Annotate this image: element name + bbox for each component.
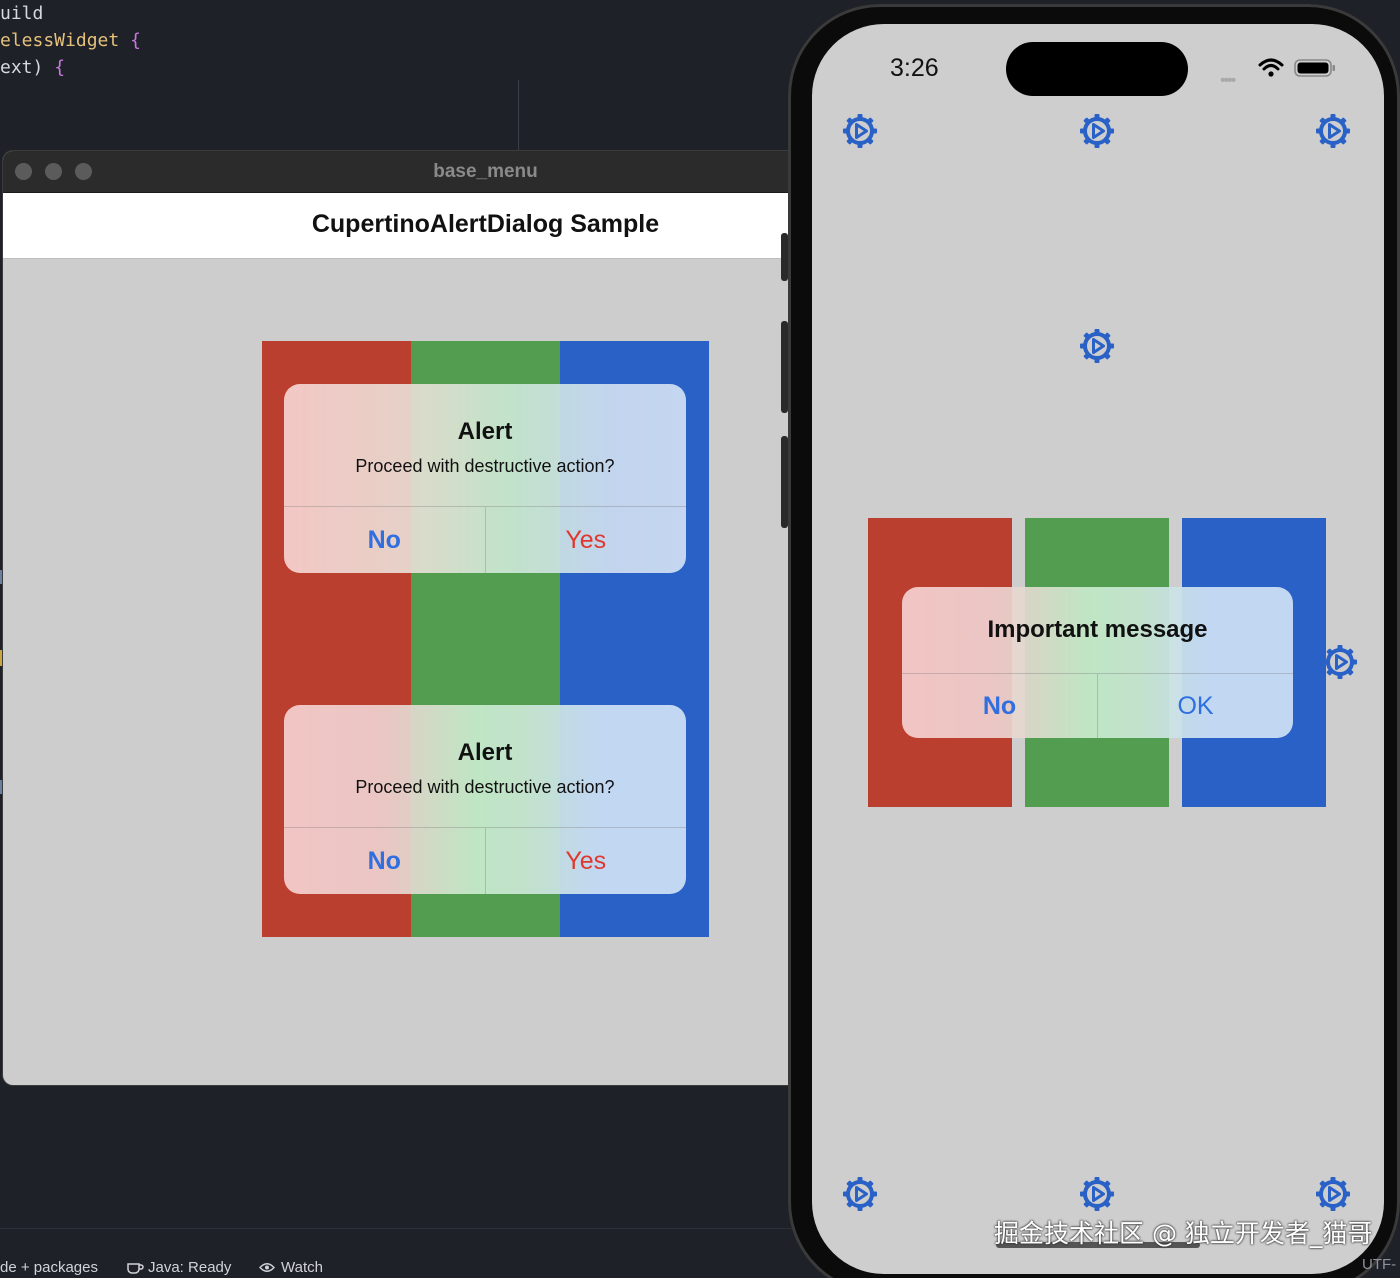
status-java[interactable]: Java: Ready bbox=[148, 1259, 231, 1276]
alert-message: Proceed with destructive action? bbox=[355, 777, 615, 797]
status-time: 3:26 bbox=[890, 54, 939, 82]
desktop-app-window: base_menu CupertinoAlertDialog Sample Al… bbox=[3, 151, 798, 1085]
window-titlebar[interactable]: base_menu bbox=[3, 151, 798, 193]
settings-gear-play-icon[interactable] bbox=[1322, 644, 1358, 680]
alert-dialog-content: Alert Proceed with destructive action? bbox=[284, 384, 686, 506]
scrollbar-thumb[interactable] bbox=[781, 233, 788, 281]
alert-title: Alert bbox=[457, 418, 513, 445]
settings-gear-play-icon[interactable] bbox=[1079, 1176, 1115, 1212]
status-packages[interactable]: de + packages bbox=[0, 1259, 98, 1276]
code-line-1: uild bbox=[0, 3, 44, 24]
wifi-icon bbox=[1258, 58, 1284, 77]
settings-gear-play-icon[interactable] bbox=[1079, 328, 1115, 364]
settings-gear-play-icon[interactable] bbox=[1315, 113, 1351, 149]
scrollbar-thumb[interactable] bbox=[781, 321, 788, 413]
important-message-dialog: Important message No OK bbox=[902, 587, 1293, 738]
settings-gear-play-icon[interactable] bbox=[1079, 113, 1115, 149]
alert-actions: No Yes bbox=[284, 506, 686, 573]
code-line-2-brace: { bbox=[130, 30, 141, 51]
eye-icon bbox=[259, 1263, 275, 1272]
code-line-3-brace: { bbox=[54, 57, 66, 78]
editor-indent-guide bbox=[518, 80, 519, 150]
alert-title: Important message bbox=[987, 616, 1208, 643]
alert-actions: No OK bbox=[902, 673, 1293, 738]
yes-button[interactable]: Yes bbox=[484, 828, 687, 894]
no-button[interactable]: No bbox=[902, 674, 1097, 738]
alert-dialog-content: Alert Proceed with destructive action? bbox=[284, 705, 686, 827]
status-watch[interactable]: Watch bbox=[281, 1259, 323, 1276]
window-title: base_menu bbox=[433, 161, 538, 182]
signal-dots: •••• bbox=[1220, 72, 1236, 89]
app-bar: CupertinoAlertDialog Sample bbox=[3, 193, 798, 259]
yes-button[interactable]: Yes bbox=[484, 507, 687, 573]
alert-dialog-content: Important message bbox=[902, 587, 1293, 673]
alert-title: Alert bbox=[457, 739, 513, 766]
ok-button[interactable]: OK bbox=[1097, 674, 1293, 738]
phone-screen: 3:26 •••• Important message No OK bbox=[812, 24, 1384, 1274]
alert-dialog: Alert Proceed with destructive action? N… bbox=[284, 384, 686, 573]
alert-message: Proceed with destructive action? bbox=[355, 456, 615, 476]
code-line-3-text: ext) bbox=[0, 57, 44, 78]
watermark-text: 掘金技术社区 @ 独立开发者_猫哥 bbox=[994, 1219, 1373, 1248]
dynamic-island bbox=[1006, 42, 1188, 96]
status-encoding[interactable]: UTF- bbox=[1362, 1256, 1396, 1273]
alert-dialog: Alert Proceed with destructive action? N… bbox=[284, 705, 686, 894]
no-button[interactable]: No bbox=[284, 828, 485, 894]
code-editor[interactable]: uild elessWidget { ext) { bbox=[0, 0, 141, 81]
settings-gear-play-icon[interactable] bbox=[1315, 1176, 1351, 1212]
code-line-2-class: elessWidget bbox=[0, 30, 120, 51]
scrollbar-thumb[interactable] bbox=[781, 436, 788, 528]
battery-icon bbox=[1294, 59, 1335, 77]
settings-gear-play-icon[interactable] bbox=[842, 1176, 878, 1212]
no-button[interactable]: No bbox=[284, 507, 485, 573]
ide-status-bar: de + packages Java: Ready Watch bbox=[0, 1228, 800, 1278]
settings-gear-play-icon[interactable] bbox=[842, 113, 878, 149]
alert-actions: No Yes bbox=[284, 827, 686, 894]
coffee-cup-icon bbox=[127, 1263, 144, 1274]
page-title: CupertinoAlertDialog Sample bbox=[311, 210, 660, 238]
